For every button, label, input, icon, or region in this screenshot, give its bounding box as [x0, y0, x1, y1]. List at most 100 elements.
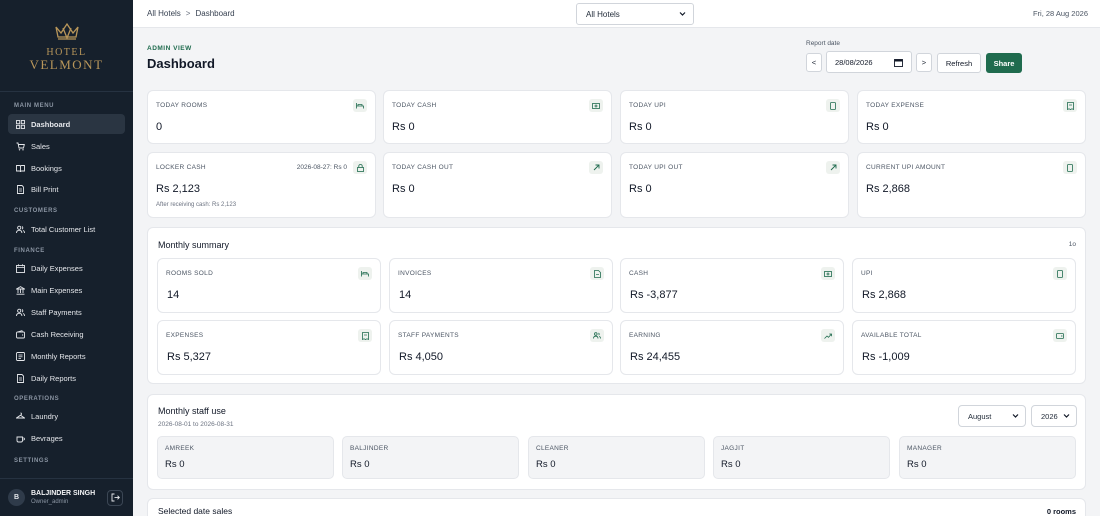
stat-label: TODAY CASH	[392, 102, 437, 109]
staff-name: BALJINDER	[350, 445, 389, 452]
grid-icon	[16, 119, 25, 129]
staff-card-amreek: AMREEK Rs 0	[157, 436, 334, 479]
bed-icon	[353, 99, 367, 112]
stat-label: CURRENT UPI AMOUNT	[866, 164, 946, 171]
sidebar-item-total-customer-list[interactable]: Total Customer List	[8, 219, 125, 239]
sidebar-item-label: Monthly Reports	[31, 351, 86, 361]
avatar: B	[8, 489, 25, 506]
bed-icon	[358, 267, 372, 280]
staff-name: MANAGER	[907, 445, 942, 452]
stat-card-today-upi: TODAY UPI Rs 0	[620, 90, 849, 144]
stat-label: TODAY UPI OUT	[629, 164, 683, 171]
sidebar-item-staff-payments[interactable]: Staff Payments	[8, 302, 125, 322]
breadcrumb-root[interactable]: All Hotels	[147, 9, 181, 18]
sidebar-item-bill-print[interactable]: Bill Print	[8, 179, 125, 199]
stat-card-today-cash-out: TODAY CASH OUT Rs 0	[383, 152, 612, 218]
chevron-down-icon	[1011, 411, 1020, 422]
locker-previous-balance: 2026-08-27: Rs 0	[296, 164, 347, 171]
breadcrumb: All Hotels > Dashboard	[147, 9, 235, 18]
laundry-icon	[16, 412, 25, 421]
stat-label: ROOMS SOLD	[166, 270, 214, 277]
sidebar-item-daily-reports[interactable]: Daily Reports	[8, 368, 125, 388]
sidebar-item-sales[interactable]: Sales	[8, 136, 125, 156]
brand-line2: VELMONT	[29, 56, 104, 72]
year-select[interactable]: 2026	[1031, 405, 1077, 427]
stat-label: TODAY UPI	[629, 102, 667, 109]
receipt-icon	[1063, 99, 1077, 112]
stat-label: TODAY EXPENSE	[866, 102, 925, 109]
stat-value: Rs 0	[866, 121, 889, 133]
refresh-button[interactable]: Refresh	[937, 53, 981, 73]
section-finance: FINANCE	[14, 248, 45, 254]
monthly-card-cash: CASH Rs -3,877	[620, 258, 844, 313]
sidebar-item-monthly-reports[interactable]: Monthly Reports	[8, 346, 125, 366]
staff-name: AMREEK	[165, 445, 195, 452]
report-date-input[interactable]: 28/08/2026	[826, 51, 912, 73]
stat-card-today-rooms: TODAY ROOMS 0	[147, 90, 376, 144]
logout-button[interactable]	[107, 490, 123, 506]
user-role: Owner_admin	[31, 499, 69, 505]
stat-value: Rs -1,009	[862, 351, 910, 363]
arrow-out-icon	[589, 161, 603, 174]
month-select[interactable]: August	[958, 405, 1026, 427]
stat-value: Rs 24,455	[630, 351, 681, 363]
sidebar-item-cash-receiving[interactable]: Cash Receiving	[8, 324, 125, 344]
monthly-summary-title: Monthly summary	[158, 240, 230, 250]
next-date-button[interactable]: >	[916, 53, 932, 72]
bank-icon	[16, 285, 25, 295]
sidebar-item-label: Daily Reports	[31, 373, 77, 383]
sidebar-item-main-expenses[interactable]: Main Expenses	[8, 280, 125, 300]
calendar-icon	[894, 58, 903, 69]
locker-after-receiving: After receiving cash: Rs 2,123	[156, 202, 237, 208]
stat-value: Rs -3,877	[630, 289, 678, 301]
staff-use-range: 2026-08-01 to 2026-08-31	[158, 421, 234, 428]
cart-icon	[16, 142, 25, 151]
selected-sales-rooms: 0 rooms	[1046, 507, 1076, 516]
stat-value: Rs 0	[629, 183, 652, 195]
wallet-icon	[16, 329, 25, 339]
stat-card-today-upi-out: TODAY UPI OUT Rs 0	[620, 152, 849, 218]
user-profile: B BALJINDER SINGH Owner_admin	[0, 478, 133, 516]
sidebar-item-label: Daily Expenses	[31, 263, 83, 273]
chevron-down-icon	[678, 9, 687, 20]
report-date-label: Report date	[806, 40, 840, 47]
monthly-card-earning: EARNING Rs 24,455	[620, 320, 844, 375]
sidebar-item-bookings[interactable]: Bookings	[8, 158, 125, 178]
staff-amount: Rs 0	[907, 459, 927, 470]
sidebar: HOTEL VELMONT MAIN MENU Dashboard Sales …	[0, 0, 133, 516]
share-button[interactable]: Share	[986, 53, 1022, 73]
phone-icon	[1063, 161, 1077, 174]
current-date: Fri, 28 Aug 2026	[1032, 9, 1088, 18]
user-name: BALJINDER SINGH	[31, 490, 96, 497]
sidebar-item-label: Bill Print	[31, 184, 59, 194]
monthly-card-upi: UPI Rs 2,868	[852, 258, 1076, 313]
chevron-down-icon	[1062, 411, 1071, 422]
trend-up-icon	[821, 329, 835, 342]
selected-sales-title: Selected date sales	[158, 506, 233, 516]
book-icon	[16, 164, 25, 173]
phone-icon	[826, 99, 840, 112]
sidebar-item-bevrages[interactable]: Bevrages	[8, 428, 125, 448]
brand-line1: HOTEL	[46, 46, 87, 58]
stat-value: Rs 5,327	[167, 351, 212, 363]
stat-label: INVOICES	[398, 270, 432, 277]
document-icon	[16, 184, 25, 194]
sidebar-item-label: Cash Receiving	[31, 329, 84, 339]
month-select-value: August	[968, 411, 992, 421]
hotel-select[interactable]: All Hotels	[576, 3, 694, 25]
users-icon	[590, 329, 604, 342]
stat-label: AVAILABLE TOTAL	[861, 332, 922, 339]
prev-date-button[interactable]: <	[806, 53, 822, 72]
stat-card-today-cash: TODAY CASH Rs 0	[383, 90, 612, 144]
staff-amount: Rs 0	[721, 459, 741, 470]
breadcrumb-separator: >	[185, 9, 191, 18]
stat-label: STAFF PAYMENTS	[398, 332, 459, 339]
sidebar-item-laundry[interactable]: Laundry	[8, 406, 125, 426]
monthly-summary-badge: 1o	[1068, 241, 1076, 248]
sidebar-item-daily-expenses[interactable]: Daily Expenses	[8, 258, 125, 278]
stat-value: 0	[156, 121, 163, 133]
selected-date-sales-panel: Selected date sales 0 rooms	[147, 498, 1086, 516]
sidebar-item-dashboard[interactable]: Dashboard	[8, 114, 125, 134]
staff-name: JAGJIT	[721, 445, 745, 452]
staff-amount: Rs 0	[350, 459, 370, 470]
